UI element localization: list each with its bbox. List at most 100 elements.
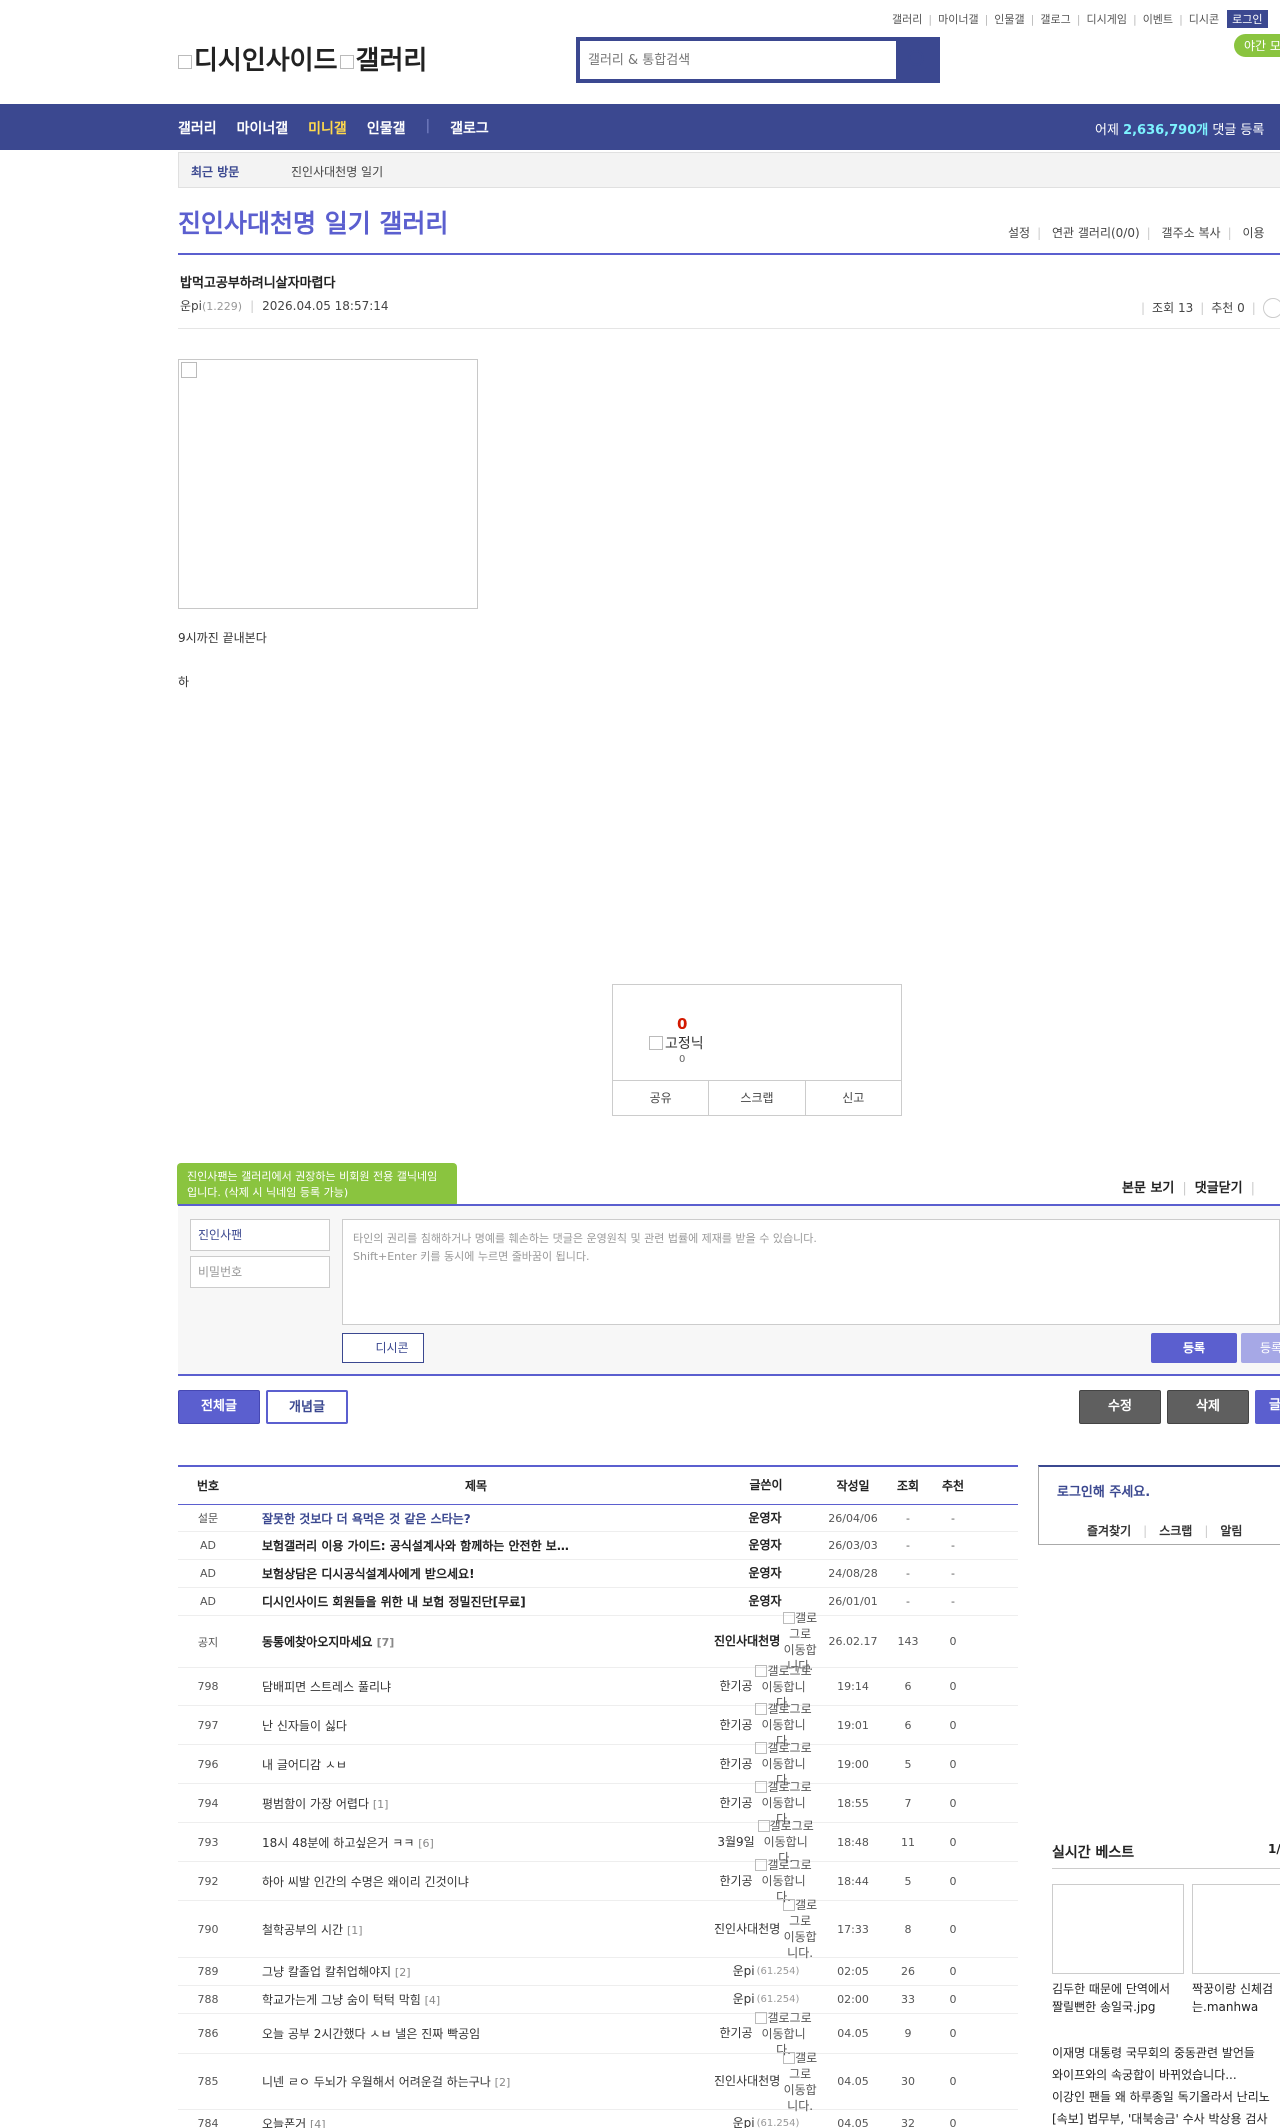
writer-name[interactable]: 운영자 [748, 1594, 781, 1609]
table-row[interactable]: 786 오늘 공부 2시간했다 ㅅㅂ 낼은 진짜 빡공임 한기공 갤로그로 이동합니… [178, 2011, 1018, 2057]
row-writer[interactable]: 진인사대천명 갤로그로 이동합니다. [714, 1897, 818, 1961]
table-row[interactable]: AD 보험갤러리 이용 가이드: 공식설계사와 함께하는 안전한 보… 운영자 26… [178, 1532, 1018, 1560]
util-link-gallog[interactable]: 갤로그 [1040, 11, 1070, 27]
row-title[interactable]: 난 신자들이 싫다 [238, 1717, 714, 1734]
report-button[interactable]: 신고 [806, 1081, 901, 1116]
writer-name[interactable]: 한기공 [719, 1718, 752, 1733]
writer-name[interactable]: 운pi [733, 1992, 755, 2007]
table-row[interactable]: 796 내 글어디감 ㅅㅂ 한기공 갤로그로 이동합니다. 19:00 5 0 [178, 1741, 1018, 1787]
row-title[interactable]: 철학공부의 시간 [1] [238, 1921, 714, 1938]
gallog-link[interactable]: 갤로그로 이동합니다. [782, 2050, 818, 2114]
dccon-button[interactable]: 디시콘 [342, 1333, 424, 1363]
login-button[interactable]: 로그인 [1227, 10, 1268, 28]
row-title-text[interactable]: 니넨 ㄹㅇ 두뇌가 우월해서 어려운걸 하는구나 [262, 2075, 491, 2089]
table-row[interactable]: 784 오늘폰거 [4] 운pi (61.254) 04.05 32 0 [178, 2110, 1018, 2128]
row-title[interactable]: 잘못한 것보다 더 욕먹은 것 같은 스타는? [238, 1510, 714, 1527]
table-row[interactable]: 798 담배피면 스트레스 풀리냐 한기공 갤로그로 이동합니다. 19:14 6 0 [178, 1664, 1018, 1710]
password-field[interactable]: 비밀번호 [190, 1256, 330, 1288]
nav-gallog[interactable]: 갤로그 [450, 118, 489, 138]
nav-gallery[interactable]: 갤러리 [178, 118, 217, 138]
reply-count[interactable]: [1] [347, 1924, 363, 1937]
row-title-text[interactable]: 동통에찾아오지마세요 [262, 1635, 372, 1649]
gallery-usage[interactable]: 이용 [1242, 226, 1264, 240]
writer-name[interactable]: 진인사대천명 [714, 1922, 780, 1937]
row-title[interactable]: 학교가는게 그냥 숨이 턱턱 막힘 [4] [238, 1991, 714, 2008]
reply-count[interactable]: [7] [377, 1636, 395, 1649]
concept-posts-button[interactable]: 개념글 [266, 1390, 348, 1424]
row-title[interactable]: 동통에찾아오지마세요 [7] [238, 1633, 714, 1650]
table-row[interactable]: 설문 잘못한 것보다 더 욕먹은 것 같은 스타는? 운영자 26/04/06 - - [178, 1505, 1018, 1532]
row-title-text[interactable]: 오늘 공부 2시간했다 ㅅㅂ 낼은 진짜 빡공임 [262, 2027, 480, 2041]
writer-name[interactable]: 3월9일 [717, 1835, 754, 1850]
util-link-dccon[interactable]: 디시콘 [1189, 11, 1219, 27]
row-title-text[interactable]: 담배피면 스트레스 풀리냐 [262, 1680, 391, 1694]
row-writer[interactable]: 운영자 [714, 1594, 818, 1609]
row-writer[interactable]: 운pi (61.254) [714, 1992, 818, 2007]
writer-name[interactable]: 진인사대천명 [714, 2074, 780, 2089]
reply-count[interactable]: [2] [395, 1966, 411, 1979]
gallery-title[interactable]: 진인사대천명 일기 갤러리 [178, 204, 448, 240]
writer-name[interactable]: 한기공 [719, 1796, 752, 1811]
writer-name[interactable]: 진인사대천명 [714, 1634, 780, 1649]
scrap-button[interactable]: 스크랩 [709, 1081, 806, 1116]
best-list-item[interactable]: [속보] 법무부, '대북송금' 수사 박상용 검사 [1052, 2110, 1268, 2127]
row-title-text[interactable]: 평범함이 가장 어렵다 [262, 1797, 369, 1811]
writer-name[interactable]: 운영자 [748, 1538, 781, 1553]
reply-count[interactable]: [6] [418, 1837, 434, 1850]
best-list-item[interactable]: 이강인 팬들 왜 하루종일 독기올라서 난리노 [1052, 2088, 1270, 2105]
reply-count[interactable]: [2] [495, 2076, 511, 2089]
close-comments-button[interactable]: 댓글닫기 [1195, 1181, 1243, 1196]
row-title-text[interactable]: 보험갤러리 이용 가이드: 공식설계사와 함께하는 안전한 보… [262, 1539, 569, 1553]
row-writer[interactable]: 진인사대천명 갤로그로 이동합니다. [714, 2050, 818, 2114]
delete-button[interactable]: 삭제 [1167, 1390, 1249, 1424]
row-title-text[interactable]: 그냥 칼졸업 칼취업해야지 [262, 1965, 391, 1979]
writer-name[interactable]: 한기공 [719, 1679, 752, 1694]
search-button[interactable] [896, 37, 940, 83]
row-title-text[interactable]: 보험상담은 디시공식설계사에게 받으세요! [262, 1567, 475, 1581]
row-title-text[interactable]: 철학공부의 시간 [262, 1923, 343, 1937]
writer-name[interactable]: 한기공 [719, 2026, 752, 2041]
row-title[interactable]: 하아 씨발 인간의 수명은 왜이리 긴것이냐 [238, 1873, 714, 1890]
favorites-link[interactable]: 즐겨찾기 [1087, 1524, 1131, 1538]
row-title[interactable]: 보험갤러리 이용 가이드: 공식설계사와 함께하는 안전한 보… [238, 1537, 714, 1554]
row-title[interactable]: 내 글어디감 ㅅㅂ [238, 1756, 714, 1773]
row-title[interactable]: 디시인사이드 회원들을 위한 내 보험 정밀진단[무료] [238, 1593, 714, 1610]
writer-name[interactable]: 운pi [733, 2116, 755, 2128]
row-title-text[interactable]: 18시 48분에 하고싶은거 ㅋㅋ [262, 1836, 414, 1850]
row-title-text[interactable]: 디시인사이드 회원들을 위한 내 보험 정밀진단[무료] [262, 1595, 526, 1609]
row-title-text[interactable]: 하아 씨발 인간의 수명은 왜이리 긴것이냐 [262, 1875, 469, 1889]
reply-count[interactable]: [4] [425, 1994, 441, 2007]
writer-name[interactable]: 한기공 [719, 1874, 752, 1889]
row-title[interactable]: 그냥 칼졸업 칼취업해야지 [2] [238, 1963, 714, 1980]
login-prompt[interactable]: 로그인해 주세요. [1057, 1481, 1150, 1500]
notification-link[interactable]: 알림 [1220, 1524, 1242, 1538]
nav-minor[interactable]: 마이너갤 [237, 118, 289, 138]
copy-gallery-address[interactable]: 갤주소 복사 [1162, 226, 1221, 240]
nickname-field[interactable]: 진인사팬 [190, 1219, 330, 1251]
table-row[interactable]: 793 18시 48분에 하고싶은거 ㅋㅋ [6] 3월9일 갤로그로 이동합니다. 1… [178, 1819, 1018, 1865]
row-title-text[interactable]: 난 신자들이 싫다 [262, 1719, 347, 1733]
table-row[interactable]: 790 철학공부의 시간 [1] 진인사대천명 갤로그로 이동합니다. 17:33 8 0 [178, 1898, 1018, 1960]
best-thumbnail[interactable] [1052, 1884, 1184, 1974]
writer-name[interactable]: 운영자 [748, 1511, 781, 1526]
write-button[interactable]: 글 [1255, 1390, 1280, 1424]
writer-name[interactable]: 한기공 [719, 1757, 752, 1772]
row-title[interactable]: 오늘 공부 2시간했다 ㅅㅂ 낼은 진짜 빡공임 [238, 2025, 714, 2042]
row-title[interactable]: 보험상담은 디시공식설계사에게 받으세요! [238, 1565, 714, 1582]
util-link-minor[interactable]: 마이너갤 [938, 11, 978, 27]
table-row[interactable]: 794 평범함이 가장 어렵다 [1] 한기공 갤로그로 이동합니다. 18:55 7 0 [178, 1780, 1018, 1826]
table-row[interactable]: 789 그냥 칼졸업 칼취업해야지 [2] 운pi (61.254) 02:05 26 0 [178, 1958, 1018, 1986]
best-list-item[interactable]: 와이프와의 속궁합이 바뀌었습니다... [1052, 2066, 1237, 2083]
post-author[interactable]: 운pi [180, 299, 202, 313]
row-title[interactable]: 오늘폰거 [4] [238, 2115, 714, 2128]
table-row[interactable]: 792 하아 씨발 인간의 수명은 왜이리 긴것이냐 한기공 갤로그로 이동합니다.… [178, 1858, 1018, 1904]
row-writer[interactable]: 운영자 [714, 1511, 818, 1526]
gallery-settings[interactable]: 설정 [1008, 226, 1030, 240]
share-button[interactable]: 공유 [613, 1081, 710, 1116]
row-writer[interactable]: 운영자 [714, 1566, 818, 1581]
comment-textarea[interactable]: 타인의 권리를 침해하거나 명예를 훼손하는 댓글은 운영원칙 및 관련 법률에… [342, 1219, 1280, 1325]
register-button[interactable]: 등록 [1151, 1333, 1237, 1363]
fixed-nick-recommend[interactable]: 고정닉 [649, 1033, 704, 1053]
best-thumbnail[interactable] [1192, 1884, 1280, 1974]
util-link-event[interactable]: 이벤트 [1143, 11, 1173, 27]
